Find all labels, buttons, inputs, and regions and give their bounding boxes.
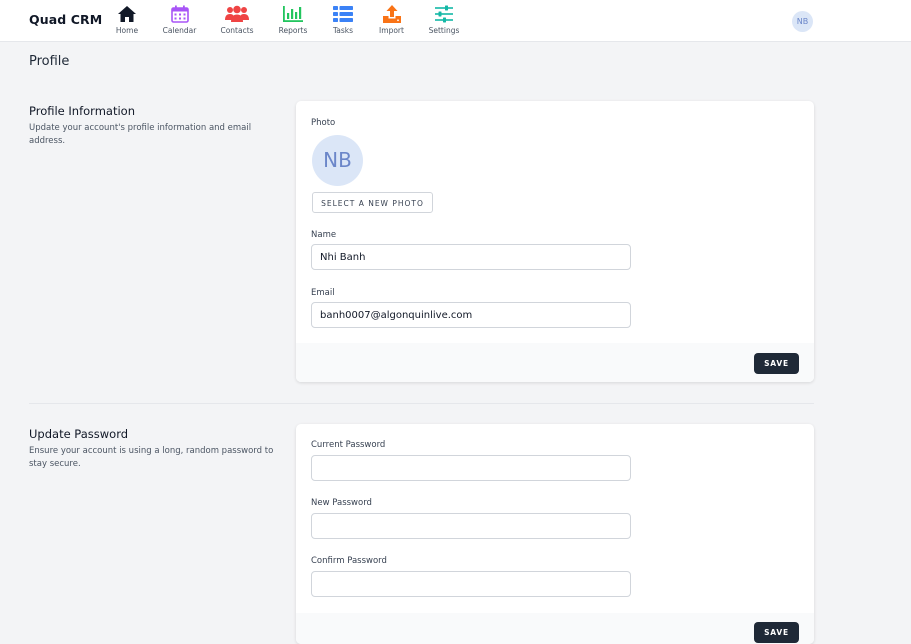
nav-calendar[interactable]: Calendar (162, 5, 197, 38)
list-icon (333, 6, 353, 22)
user-avatar[interactable]: NB (792, 11, 813, 32)
save-profile-button[interactable]: SAVE (754, 353, 799, 374)
profile-photo: NB (312, 135, 363, 186)
top-navigation-bar: Quad CRM Home Calendar Contacts Reports … (0, 0, 911, 42)
nav-import-label: Import (379, 26, 404, 35)
profile-info-description: Update your account's profile informatio… (29, 123, 252, 146)
page-title: Profile (29, 54, 70, 69)
current-password-label: Current Password (311, 440, 386, 450)
profile-info-footer: SAVE (296, 343, 814, 382)
photo-label: Photo (311, 118, 336, 128)
confirm-password-field[interactable] (311, 571, 631, 597)
nav-import[interactable]: Import (378, 5, 405, 38)
upload-icon (382, 5, 401, 23)
nav-reports-label: Reports (278, 26, 308, 35)
nav-tasks[interactable]: Tasks (331, 5, 355, 38)
nav-home[interactable]: Home (115, 5, 139, 38)
update-password-card: Current Password New Password Confirm Pa… (296, 424, 814, 644)
nav-reports[interactable]: Reports (277, 5, 309, 38)
nav-contacts-label: Contacts (220, 26, 254, 35)
current-password-field[interactable] (311, 455, 631, 481)
nav-home-label: Home (115, 26, 139, 35)
update-password-footer: SAVE (296, 613, 814, 644)
nav-settings-label: Settings (428, 26, 460, 35)
name-label: Name (311, 230, 337, 240)
email-label: Email (311, 288, 335, 298)
profile-info-card: Photo NB SELECT A NEW PHOTO Name Nhi Ban… (296, 101, 814, 382)
save-password-button[interactable]: SAVE (754, 622, 799, 643)
profile-info-title: Profile Information (29, 104, 135, 118)
new-password-field[interactable] (311, 513, 631, 539)
calendar-icon (170, 5, 189, 23)
nav-calendar-label: Calendar (162, 26, 197, 35)
nav-contacts[interactable]: Contacts (219, 5, 255, 38)
section-divider (29, 403, 814, 404)
new-password-label: New Password (311, 498, 372, 508)
nav-settings[interactable]: Settings (428, 5, 460, 38)
email-field[interactable]: banh0007@algonquinlive.com (311, 302, 631, 328)
update-password-description: Ensure your account is using a long, ran… (29, 446, 274, 469)
confirm-password-label: Confirm Password (311, 556, 387, 566)
home-icon (118, 6, 136, 22)
select-new-photo-button[interactable]: SELECT A NEW PHOTO (312, 192, 433, 213)
chart-icon (283, 6, 303, 22)
nav-tasks-label: Tasks (332, 26, 354, 35)
brand-logo[interactable]: Quad CRM (29, 12, 102, 27)
update-password-title: Update Password (29, 427, 129, 441)
users-icon (225, 5, 249, 22)
name-field[interactable]: Nhi Banh (311, 244, 631, 270)
sliders-icon (435, 5, 453, 23)
